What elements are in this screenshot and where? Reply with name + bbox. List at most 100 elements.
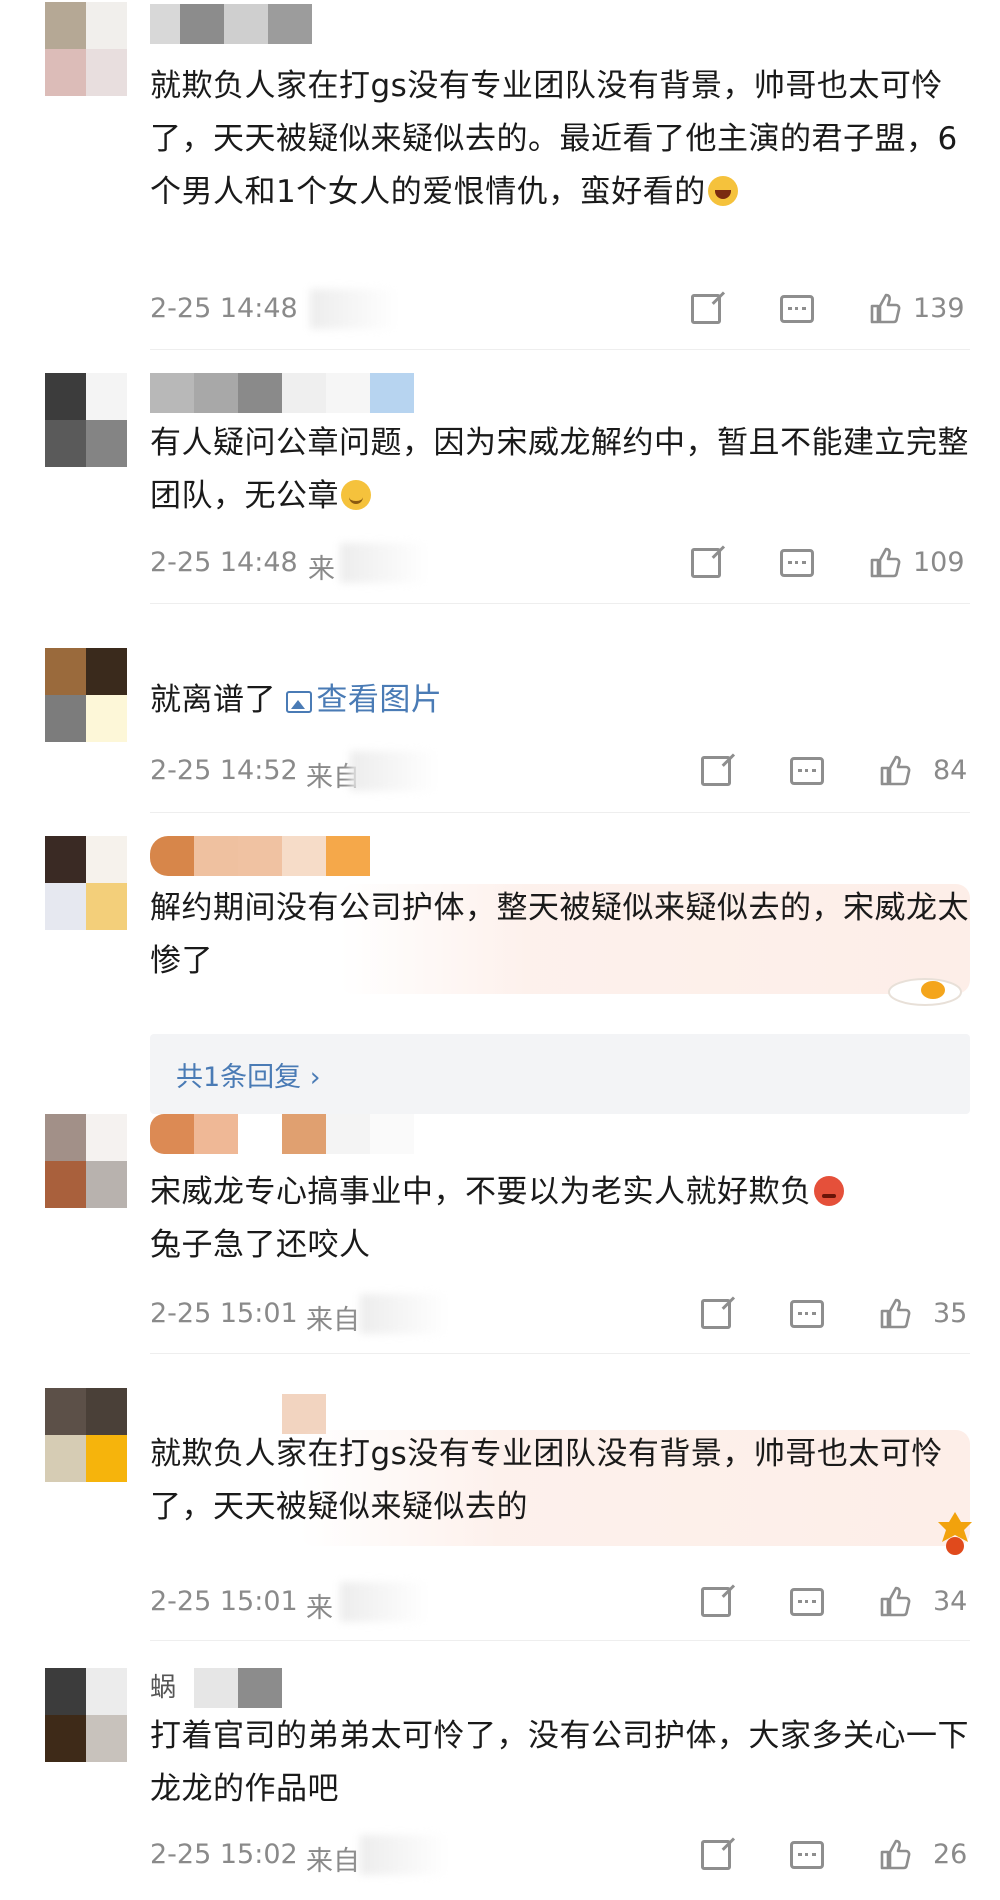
divider xyxy=(150,1353,970,1354)
like-icon xyxy=(880,755,911,786)
comment-icon xyxy=(780,549,814,577)
like-button[interactable]: 34 xyxy=(878,1580,978,1624)
divider xyxy=(150,603,970,604)
comment-button[interactable] xyxy=(778,541,820,585)
share-button[interactable] xyxy=(688,287,728,331)
smile-emoji-icon xyxy=(341,480,371,510)
comment-meta: 2-25 14:48 来 109 xyxy=(0,541,1000,585)
avatar[interactable] xyxy=(45,2,127,96)
divider xyxy=(150,812,970,813)
source-label: 来自 xyxy=(306,1846,360,1877)
comment-meta: 2-25 15:01 来自 35 xyxy=(0,1292,1000,1336)
like-count: 35 xyxy=(933,1298,968,1329)
share-icon xyxy=(701,1587,731,1617)
comment-text-content: 打着官司的弟弟太可怜了，没有公司护体，大家多关心一下龙龙的作品吧 xyxy=(150,1718,969,1807)
comment-button[interactable] xyxy=(778,287,820,331)
share-icon xyxy=(701,1299,731,1329)
comment-text-content: 解约期间没有公司护体，整天被疑似来疑似去的，宋威龙太惨了 xyxy=(150,890,969,979)
timestamp: 2-25 14:52 xyxy=(150,755,298,786)
avatar[interactable] xyxy=(45,836,127,930)
like-count: 34 xyxy=(933,1586,968,1617)
like-button[interactable]: 139 xyxy=(868,287,978,331)
username-blurred[interactable] xyxy=(150,1114,414,1154)
source-label: 来 xyxy=(308,554,335,585)
comment-text-content: 宋威龙专心搞事业中，不要以为老实人就好欺负 xyxy=(150,1174,812,1210)
comment-meta: 2-25 15:02 来自 26 xyxy=(0,1833,1000,1877)
view-image-link[interactable]: 查看图片 xyxy=(286,682,442,718)
share-icon xyxy=(701,1840,731,1870)
source-blurred xyxy=(340,1582,430,1622)
like-button[interactable]: 109 xyxy=(868,541,978,585)
comment-meta: 2-25 14:52 来自 84 xyxy=(0,749,1000,793)
like-icon xyxy=(870,547,901,578)
source-blurred xyxy=(340,543,430,583)
source-blurred xyxy=(360,1835,450,1875)
username-fragment: 蜗 xyxy=(150,1673,177,1703)
comment-text-content: 就欺负人家在打gs没有专业团队没有背景，帅哥也太可怜了，天天被疑似来疑似去的 xyxy=(150,1436,943,1525)
comment-text: 宋威龙专心搞事业中，不要以为老实人就好欺负 兔子急了还咬人 xyxy=(150,1166,970,1272)
share-icon xyxy=(691,294,721,324)
divider xyxy=(150,1640,970,1641)
comment-icon xyxy=(790,757,824,785)
image-icon xyxy=(286,691,313,713)
timestamp: 2-25 14:48 xyxy=(150,293,298,324)
username-blurred[interactable] xyxy=(150,836,370,876)
source-label: 来自 xyxy=(306,1305,360,1336)
comment-icon xyxy=(790,1588,824,1616)
divider xyxy=(150,349,970,350)
like-icon xyxy=(870,293,901,324)
source-blurred xyxy=(360,1294,450,1334)
comment-text: 就欺负人家在打gs没有专业团队没有背景，帅哥也太可怜了，天天被疑似来疑似去的。最… xyxy=(150,60,970,219)
comment-text: 就欺负人家在打gs没有专业团队没有背景，帅哥也太可怜了，天天被疑似来疑似去的 xyxy=(150,1428,970,1534)
like-button[interactable]: 26 xyxy=(878,1833,978,1877)
avatar[interactable] xyxy=(45,648,127,742)
view-image-label: 查看图片 xyxy=(316,682,443,718)
avatar[interactable] xyxy=(45,1388,127,1482)
share-button[interactable] xyxy=(698,749,738,793)
username-blurred[interactable]: 蜗 xyxy=(150,1668,282,1708)
like-button[interactable]: 35 xyxy=(878,1292,978,1336)
fried-egg-sticker-icon xyxy=(888,978,962,1006)
comment-meta: 2-25 14:48 139 xyxy=(0,287,1000,331)
comment-text: 打着官司的弟弟太可怜了，没有公司护体，大家多关心一下龙龙的作品吧 xyxy=(150,1710,970,1816)
source-blurred xyxy=(350,751,440,791)
like-icon xyxy=(880,1839,911,1870)
comment-text: 解约期间没有公司护体，整天被疑似来疑似去的，宋威龙太惨了 xyxy=(150,882,970,988)
avatar[interactable] xyxy=(45,373,127,467)
avatar[interactable] xyxy=(45,1114,127,1208)
source-label: 来 xyxy=(306,1593,333,1624)
angry-emoji-icon xyxy=(813,1176,844,1206)
comment-button[interactable] xyxy=(788,749,830,793)
timestamp: 2-25 15:01 xyxy=(150,1586,298,1617)
comment-text: 有人疑问公章问题，因为宋威龙解约中，暂且不能建立完整团队，无公章 xyxy=(150,417,970,523)
comment-icon xyxy=(780,295,814,323)
comment-button[interactable] xyxy=(788,1833,830,1877)
comment-icon xyxy=(790,1300,824,1328)
grin-emoji-icon xyxy=(707,176,738,206)
like-icon xyxy=(880,1586,911,1617)
like-button[interactable]: 84 xyxy=(878,749,978,793)
like-count: 26 xyxy=(933,1839,968,1870)
comment-button[interactable] xyxy=(788,1292,830,1336)
username-blurred[interactable] xyxy=(150,4,312,44)
comment-icon xyxy=(790,1841,824,1869)
share-icon xyxy=(701,756,731,786)
like-icon xyxy=(880,1298,911,1329)
share-button[interactable] xyxy=(698,1580,738,1624)
comment-meta: 2-25 15:01 来 34 xyxy=(0,1580,1000,1624)
reply-summary-button[interactable]: 共1条回复 › xyxy=(150,1034,970,1114)
comment-button[interactable] xyxy=(788,1580,830,1624)
firecracker-sticker-icon xyxy=(938,1512,972,1555)
share-button[interactable] xyxy=(698,1292,738,1336)
share-button[interactable] xyxy=(698,1833,738,1877)
avatar[interactable] xyxy=(45,1668,127,1762)
timestamp: 2-25 15:02 xyxy=(150,1839,298,1870)
like-count: 84 xyxy=(933,755,968,786)
comment-text: 就离谱了 查看图片 xyxy=(150,674,970,727)
username-blurred[interactable] xyxy=(150,373,414,413)
comment-text-content-line2: 兔子急了还咬人 xyxy=(150,1227,371,1263)
comment-text-content: 有人疑问公章问题，因为宋威龙解约中，暂且不能建立完整团队，无公章 xyxy=(150,425,969,514)
reply-summary-label: 共1条回复 › xyxy=(176,1062,321,1093)
share-button[interactable] xyxy=(688,541,728,585)
like-count: 109 xyxy=(913,547,965,578)
